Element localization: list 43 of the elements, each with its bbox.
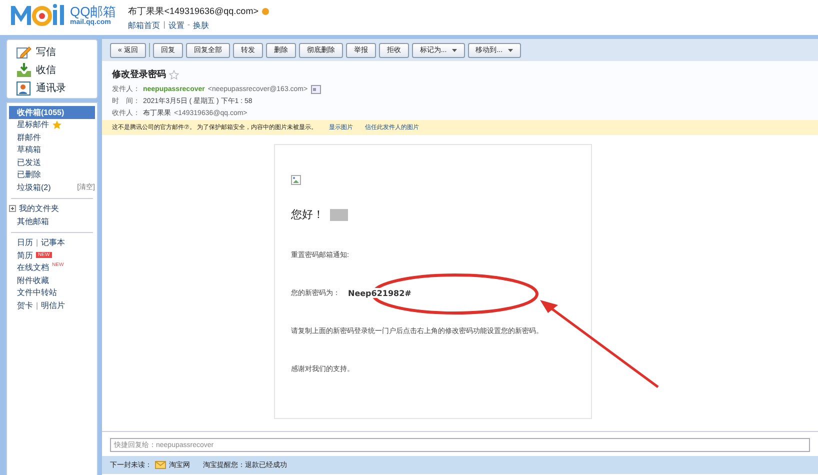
app-link[interactable]: 附件收藏 [9, 274, 49, 286]
star-icon[interactable] [169, 70, 179, 80]
email-subject: 修改登录密码 [112, 68, 166, 81]
app-link[interactable]: 日历 [9, 237, 33, 248]
app-link[interactable]: 明信片 [41, 300, 66, 311]
warning-icon [262, 8, 270, 15]
folder-item[interactable]: 星标邮件 [9, 119, 49, 130]
broken-image-icon [291, 175, 301, 185]
separator: | [36, 300, 38, 310]
app-link[interactable]: 在线文档 [9, 262, 49, 274]
folder-item[interactable]: 已发送 [9, 156, 41, 168]
logo-text: QQ邮箱 [70, 4, 116, 18]
folder-item[interactable]: 已删除 [9, 169, 41, 180]
header-link[interactable]: 邮箱首页 [128, 20, 160, 31]
password-text: Neep621982# [348, 288, 412, 298]
header-link[interactable]: 换肤 [192, 20, 209, 31]
app-link[interactable]: 贺卡 [9, 300, 33, 311]
greeting-text: 您好！ [291, 208, 324, 222]
expand-icon[interactable] [9, 205, 16, 212]
separator: - [187, 20, 190, 31]
separator: | [36, 238, 38, 248]
quick-action-link[interactable]: 通讯录 [15, 80, 97, 96]
account-name: 布丁果果<149319636@qq.com> [128, 5, 258, 18]
envelope-icon [155, 461, 166, 469]
quick-action-link[interactable]: 收信 [15, 62, 97, 78]
caret-icon [508, 48, 513, 52]
inbox-icon [15, 62, 32, 78]
contact-card-icon [310, 84, 321, 94]
folder-item[interactable]: 其他邮箱 [9, 216, 49, 227]
app-link[interactable]: 简历 [9, 250, 33, 261]
header-link[interactable]: 设置 [168, 20, 184, 31]
star-icon [52, 120, 62, 130]
separator: | [163, 20, 166, 31]
folder-item[interactable]: 我的文件夹 [19, 203, 59, 214]
folder-item[interactable]: 收件箱(1055) [9, 106, 95, 119]
folder-item[interactable]: 草稿箱 [9, 144, 41, 156]
folder-item[interactable]: 垃圾箱(2) [9, 182, 51, 193]
app-link[interactable]: 文件中转站 [9, 287, 57, 298]
app-link[interactable]: 记事本 [41, 237, 66, 248]
address-book-icon [15, 80, 32, 96]
caret-icon [452, 48, 457, 52]
folder-item[interactable]: 群邮件 [9, 132, 41, 143]
quick-action-link[interactable]: 写信 [15, 44, 97, 60]
